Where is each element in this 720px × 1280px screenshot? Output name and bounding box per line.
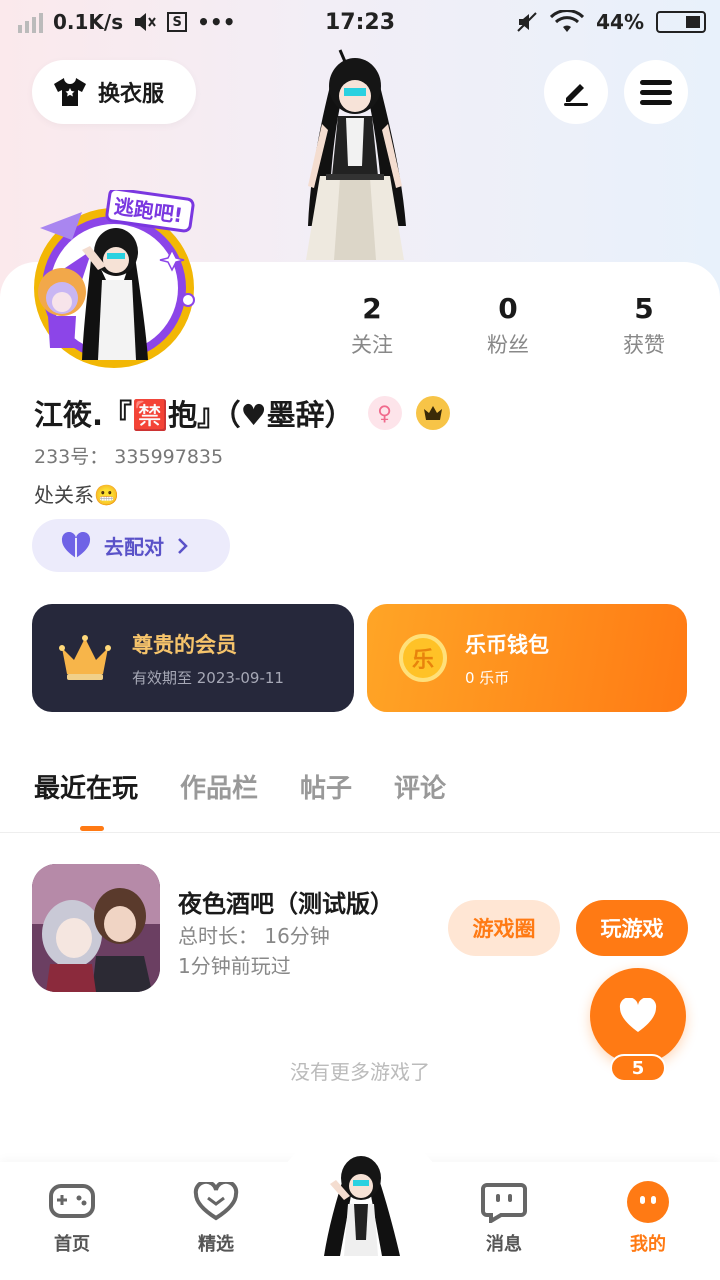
tab-recent-play[interactable]: 最近在玩: [34, 768, 138, 805]
game-title: 夜色酒吧（测试版）: [178, 890, 394, 918]
heart-icon: [61, 531, 91, 558]
female-icon: ♀: [367, 396, 402, 430]
nav-featured[interactable]: 精选: [166, 1180, 266, 1256]
change-outfit-label: 换衣服: [98, 82, 165, 107]
followers-count: 0: [498, 292, 518, 325]
avatar-frame[interactable]: 逃跑吧!: [22, 190, 200, 380]
go-match-label: 去配对: [104, 535, 164, 559]
user-id: 233号： 335997835: [34, 446, 224, 468]
vip-title: 尊贵的会员: [132, 632, 237, 657]
character-avatar[interactable]: [280, 46, 430, 262]
vip-card[interactable]: 尊贵的会员 有效期至 2023-09-11: [32, 604, 354, 712]
nav-mine[interactable]: 我的: [598, 1180, 698, 1256]
nav-mine-label: 我的: [630, 1234, 666, 1255]
battery-percent: 44%: [596, 10, 644, 34]
heart-icon: [619, 998, 657, 1032]
wifi-icon: [550, 10, 585, 32]
featured-heart-icon: [193, 1182, 239, 1221]
profile-tabs: 最近在玩 作品栏 帖子 评论: [34, 768, 446, 805]
divider: [0, 832, 720, 833]
following-count: 2: [362, 292, 382, 325]
tab-works[interactable]: 作品栏: [180, 768, 258, 805]
vip-crown-icon: [59, 635, 111, 680]
like-button[interactable]: [590, 968, 686, 1064]
game-list-item[interactable]: 夜色酒吧（测试版） 总时长： 16分钟 1分钟前玩过 游戏圈 玩游戏: [32, 864, 692, 994]
likes-count: 5: [634, 292, 654, 325]
crown-icon: [415, 396, 450, 430]
status-bar: 0.1K/s S ••• 17:23 44%: [0, 0, 720, 46]
nav-messages[interactable]: 消息: [454, 1180, 554, 1256]
nav-home-label: 首页: [54, 1234, 90, 1255]
game-icon[interactable]: [32, 864, 160, 992]
tab-indicator: [80, 826, 104, 831]
username-row: 江筱.『🈲抱』（♥墨辞） ♀: [34, 392, 450, 434]
tab-comments[interactable]: 评论: [394, 768, 446, 805]
stat-followers[interactable]: 0 粉丝: [458, 292, 558, 359]
chevron-right-icon: [178, 537, 188, 554]
change-outfit-button[interactable]: 换衣服: [32, 60, 196, 124]
gamepad-icon: [49, 1184, 95, 1218]
go-match-button[interactable]: 去配对: [32, 519, 230, 572]
wallet-title: 乐币钱包: [465, 632, 549, 657]
wallet-card[interactable]: 乐 乐币钱包 0 乐币: [367, 604, 687, 712]
likes-label: 获赞: [623, 333, 665, 357]
no-more-games: 没有更多游戏了: [290, 1060, 430, 1084]
profile-face-icon: [627, 1181, 669, 1223]
edit-profile-button[interactable]: [544, 60, 608, 124]
followers-label: 粉丝: [487, 333, 529, 357]
stat-likes[interactable]: 5 获赞: [594, 292, 694, 359]
pen-icon: [564, 84, 588, 106]
play-game-button[interactable]: 玩游戏: [576, 900, 688, 956]
nav-center-avatar[interactable]: [316, 1150, 406, 1260]
coin-icon: 乐: [399, 634, 447, 682]
tab-posts[interactable]: 帖子: [300, 768, 352, 805]
game-circle-button[interactable]: 游戏圈: [448, 900, 560, 956]
menu-button[interactable]: [624, 60, 688, 124]
game-duration: 总时长： 16分钟: [178, 924, 330, 948]
nav-messages-label: 消息: [486, 1234, 522, 1255]
game-last-played: 1分钟前玩过: [178, 954, 291, 978]
username: 江筱.『🈲抱』（♥墨辞）: [34, 398, 354, 432]
following-label: 关注: [351, 333, 393, 357]
stat-following[interactable]: 2 关注: [322, 292, 422, 359]
message-icon: [481, 1183, 527, 1223]
vip-expiry: 有效期至 2023-09-11: [132, 668, 284, 687]
vibrate-off-icon: [517, 12, 537, 32]
nav-home[interactable]: 首页: [22, 1180, 122, 1256]
nav-featured-label: 精选: [198, 1234, 234, 1255]
wallet-balance: 0 乐币: [465, 668, 510, 687]
shirt-icon: [54, 78, 86, 106]
menu-icon: [640, 80, 672, 105]
bio: 处关系😬: [34, 483, 119, 507]
battery-icon: [656, 11, 706, 33]
